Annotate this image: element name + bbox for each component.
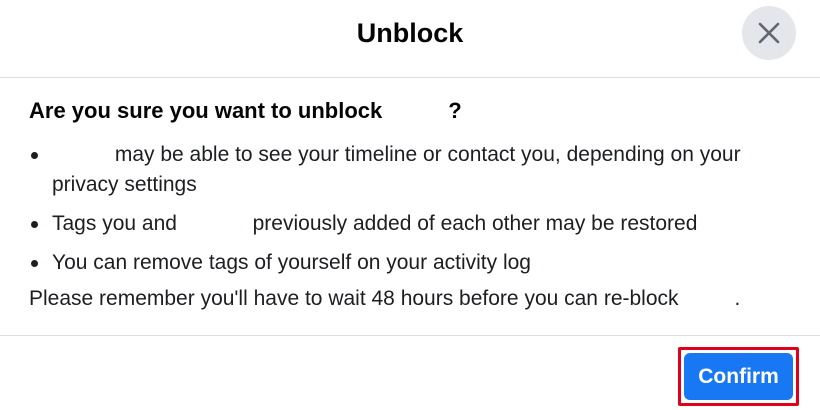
question-text: Are you sure you want to unblock (29, 98, 383, 123)
dialog-footer: Confirm (0, 335, 820, 410)
question-mark: ? (448, 98, 462, 123)
dialog-title: Unblock (356, 18, 464, 48)
list-item: You can remove tags of yourself on your … (29, 248, 799, 278)
dialog-header: Unblock (0, 0, 820, 78)
bullet-icon (31, 152, 38, 159)
dialog-body: Are you sure you want to unblock? may be… (29, 96, 799, 314)
list-item: Tags you and previously added of each ot… (29, 209, 799, 239)
list-item: may be able to see your timeline or cont… (29, 140, 799, 200)
list-item-text: You can remove tags of yourself on your … (52, 251, 531, 274)
unblock-question: Are you sure you want to unblock? (29, 96, 799, 126)
reminder-text: Please remember you'll have to wait 48 h… (29, 287, 679, 310)
close-icon (758, 22, 780, 44)
reblock-reminder: Please remember you'll have to wait 48 h… (29, 284, 799, 314)
unblock-dialog: Unblock Are you sure you want to unblock… (0, 0, 820, 410)
consequence-list: may be able to see your timeline or cont… (29, 140, 799, 278)
list-item-text-after: previously added of each other may be re… (252, 212, 698, 235)
bullet-icon (31, 260, 38, 267)
close-button[interactable] (742, 6, 796, 60)
confirm-highlight: Confirm (678, 347, 799, 406)
list-item-text: may be able to see your timeline or cont… (52, 143, 741, 196)
list-item-text-before: Tags you and (52, 212, 177, 235)
bullet-icon (31, 221, 38, 228)
confirm-button[interactable]: Confirm (684, 353, 793, 400)
reminder-period: . (734, 287, 741, 310)
